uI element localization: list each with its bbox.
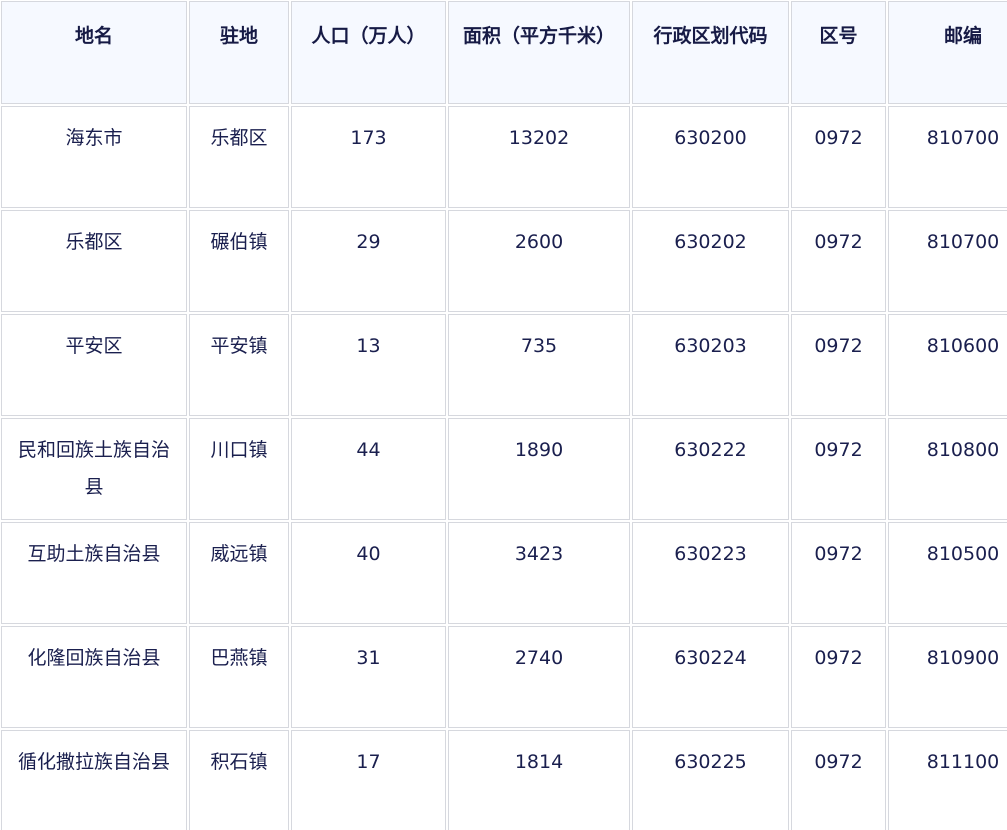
cell-postcode: 811100	[888, 730, 1007, 830]
cell-place-name: 乐都区	[1, 210, 187, 312]
cell-admin-code: 630200	[632, 106, 789, 208]
cell-seat: 乐都区	[189, 106, 289, 208]
cell-area-code: 0972	[791, 730, 886, 830]
cell-seat: 巴燕镇	[189, 626, 289, 728]
table-row: 化隆回族自治县 巴燕镇 31 2740 630224 0972 810900	[1, 626, 1007, 728]
table-row: 乐都区 碾伯镇 29 2600 630202 0972 810700	[1, 210, 1007, 312]
cell-area: 1814	[448, 730, 630, 830]
cell-area: 13202	[448, 106, 630, 208]
cell-population: 17	[291, 730, 446, 830]
cell-area: 1890	[448, 418, 630, 520]
data-table-container: 地名 驻地 人口（万人） 面积（平方千米） 行政区划代码 区号 邮编 海东市 乐…	[0, 0, 1007, 830]
cell-population: 31	[291, 626, 446, 728]
cell-postcode: 810500	[888, 522, 1007, 624]
table-row: 平安区 平安镇 13 735 630203 0972 810600	[1, 314, 1007, 416]
table-row: 循化撒拉族自治县 积石镇 17 1814 630225 0972 811100	[1, 730, 1007, 830]
cell-area-code: 0972	[791, 626, 886, 728]
data-table: 地名 驻地 人口（万人） 面积（平方千米） 行政区划代码 区号 邮编 海东市 乐…	[0, 0, 1007, 830]
cell-place-name: 化隆回族自治县	[1, 626, 187, 728]
cell-admin-code: 630225	[632, 730, 789, 830]
cell-place-name: 互助土族自治县	[1, 522, 187, 624]
header-postcode: 邮编	[888, 1, 1007, 104]
cell-place-name: 民和回族土族自治县	[1, 418, 187, 520]
cell-population: 173	[291, 106, 446, 208]
cell-area: 2740	[448, 626, 630, 728]
cell-place-name: 平安区	[1, 314, 187, 416]
cell-area-code: 0972	[791, 522, 886, 624]
cell-population: 40	[291, 522, 446, 624]
table-row: 民和回族土族自治县 川口镇 44 1890 630222 0972 810800	[1, 418, 1007, 520]
cell-seat: 积石镇	[189, 730, 289, 830]
cell-admin-code: 630202	[632, 210, 789, 312]
cell-seat: 平安镇	[189, 314, 289, 416]
cell-seat: 川口镇	[189, 418, 289, 520]
cell-population: 13	[291, 314, 446, 416]
cell-postcode: 810700	[888, 106, 1007, 208]
cell-seat: 威远镇	[189, 522, 289, 624]
header-seat: 驻地	[189, 1, 289, 104]
cell-place-name: 循化撒拉族自治县	[1, 730, 187, 830]
cell-area: 3423	[448, 522, 630, 624]
header-population: 人口（万人）	[291, 1, 446, 104]
cell-area-code: 0972	[791, 418, 886, 520]
cell-area-code: 0972	[791, 314, 886, 416]
table-row: 海东市 乐都区 173 13202 630200 0972 810700	[1, 106, 1007, 208]
cell-area-code: 0972	[791, 210, 886, 312]
table-row: 互助土族自治县 威远镇 40 3423 630223 0972 810500	[1, 522, 1007, 624]
cell-admin-code: 630223	[632, 522, 789, 624]
header-place-name: 地名	[1, 1, 187, 104]
cell-postcode: 810800	[888, 418, 1007, 520]
cell-population: 44	[291, 418, 446, 520]
cell-admin-code: 630203	[632, 314, 789, 416]
cell-admin-code: 630222	[632, 418, 789, 520]
cell-place-name: 海东市	[1, 106, 187, 208]
cell-seat: 碾伯镇	[189, 210, 289, 312]
table-header-row: 地名 驻地 人口（万人） 面积（平方千米） 行政区划代码 区号 邮编	[1, 1, 1007, 104]
cell-area: 735	[448, 314, 630, 416]
cell-postcode: 810600	[888, 314, 1007, 416]
cell-postcode: 810900	[888, 626, 1007, 728]
header-admin-code: 行政区划代码	[632, 1, 789, 104]
cell-population: 29	[291, 210, 446, 312]
header-area: 面积（平方千米）	[448, 1, 630, 104]
cell-admin-code: 630224	[632, 626, 789, 728]
cell-postcode: 810700	[888, 210, 1007, 312]
cell-area: 2600	[448, 210, 630, 312]
cell-area-code: 0972	[791, 106, 886, 208]
header-area-code: 区号	[791, 1, 886, 104]
